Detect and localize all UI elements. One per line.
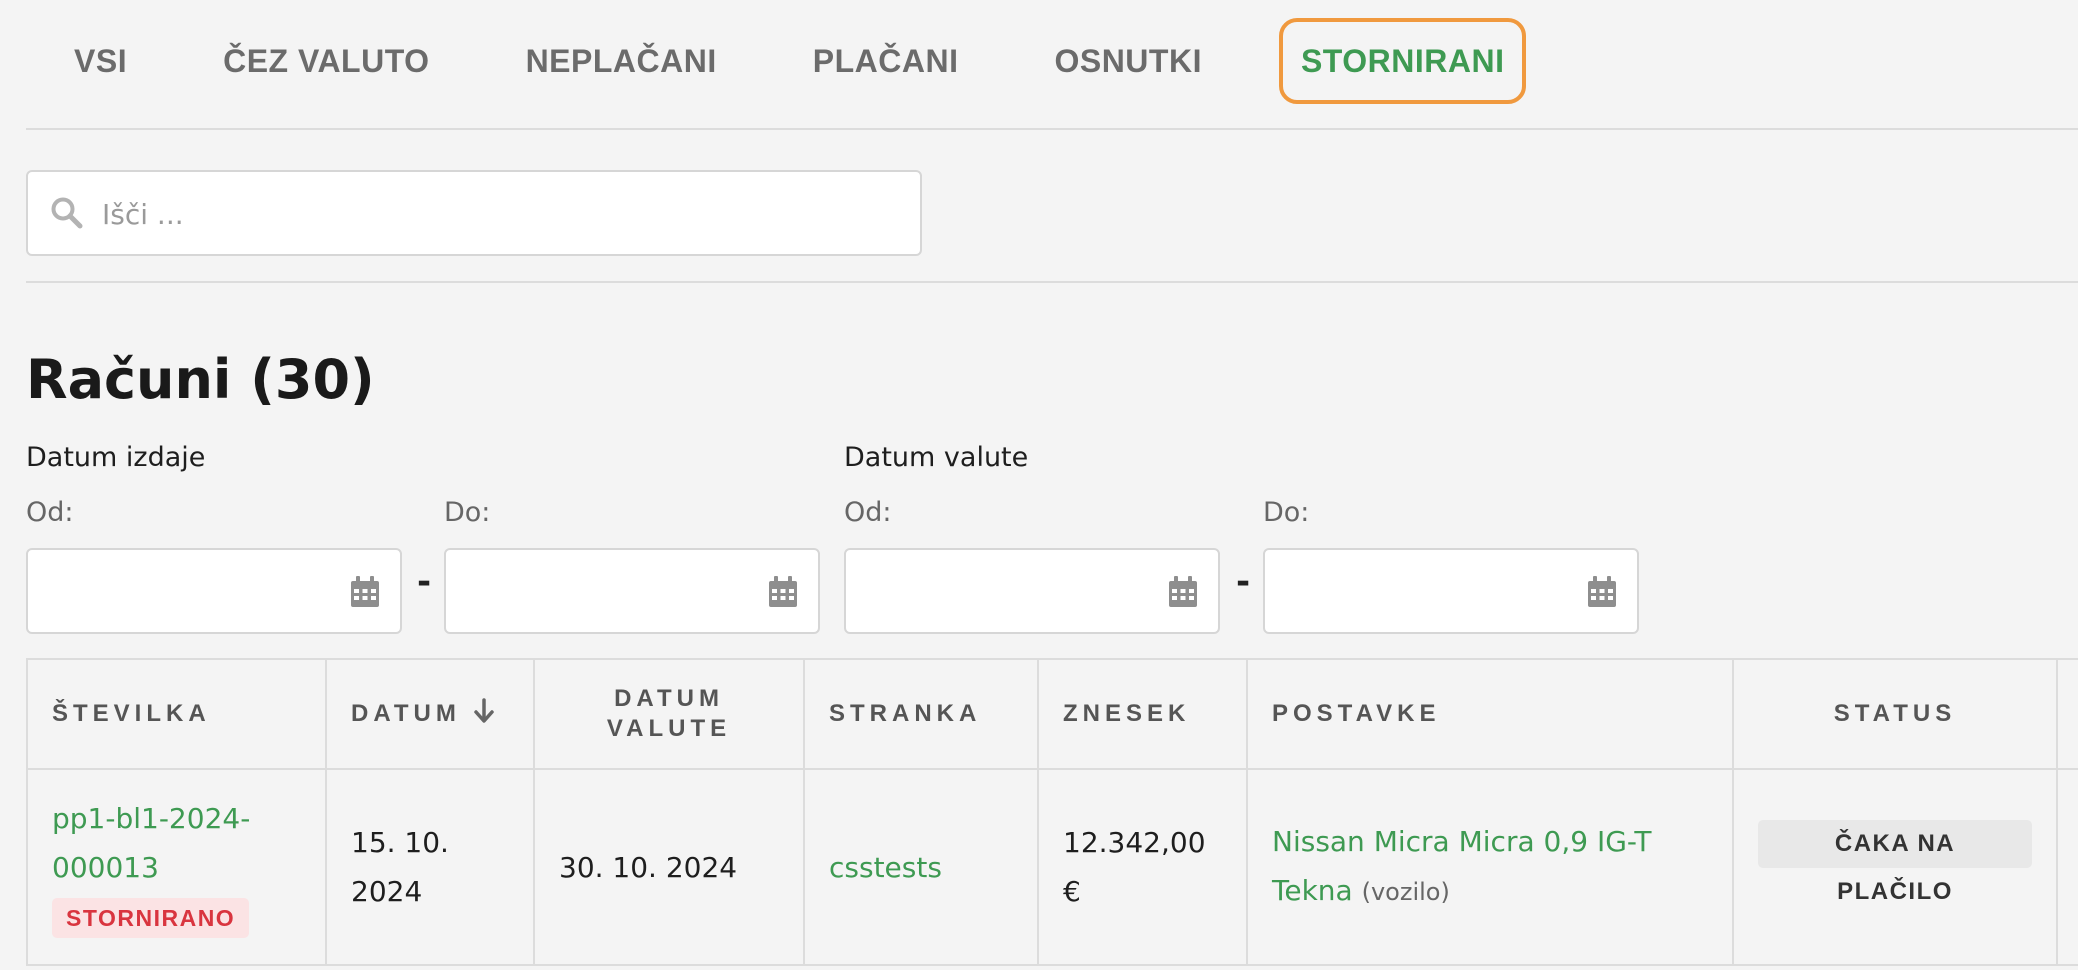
issue-date-to-field[interactable] [444,548,820,634]
invoice-number-link[interactable]: pp1-bl1-2024-000013 [52,794,282,892]
calendar-icon[interactable] [768,576,798,612]
due-date-label: Datum valute [844,442,1029,473]
header-items: POSTAVKE [1246,658,1734,770]
header-date[interactable]: DATUM [325,658,535,770]
issue-date-to-label: Do: [444,497,491,528]
cell-items: Nissan Micra Micra 0,9 IG-T Tekna (vozil… [1246,768,1734,966]
header-amount[interactable]: ZNESEK [1037,658,1248,770]
header-status[interactable]: STATUS [1732,658,2058,770]
search-input[interactable] [100,172,904,256]
tab-cancelled[interactable]: STORNIRANI [1278,18,1527,104]
cell-actions [2056,768,2078,966]
tab-overdue[interactable]: ČEZ VALUTO [175,18,477,104]
issue-date-label: Datum izdaje [26,442,206,473]
tab-paid[interactable]: PLAČANI [765,18,1007,104]
cell-due-date: 30. 10. 2024 [533,768,805,966]
invoices-table: ŠTEVILKA DATUM DATUM VALUTE STRANKA ZNES… [26,658,2078,966]
tab-unpaid[interactable]: NEPLAČANI [478,18,765,104]
item-type: (vozilo) [1361,878,1450,906]
client-link[interactable]: csstests [829,851,942,884]
sort-arrow-down-icon[interactable] [473,697,495,731]
cell-date: 15. 10. 2024 [325,768,535,966]
invoice-date: 15. 10. 2024 [351,826,449,908]
cell-number: pp1-bl1-2024-000013 STORNIRANO [26,768,327,966]
due-date-from-field[interactable] [844,548,1220,634]
search-icon [50,196,84,234]
search-divider [26,281,2078,283]
due-date-from-label: Od: [844,497,892,528]
issue-date-from-field[interactable] [26,548,402,634]
date-range-separator: - [1236,562,1251,602]
calendar-icon[interactable] [350,576,380,612]
tab-drafts[interactable]: OSNUTKI [1006,18,1250,104]
table-header-row: ŠTEVILKA DATUM DATUM VALUTE STRANKA ZNES… [26,658,2078,770]
calendar-icon[interactable] [1168,576,1198,612]
header-client[interactable]: STRANKA [803,658,1039,770]
item-link[interactable]: Nissan Micra Micra 0,9 IG-T Tekna [1272,825,1652,907]
cell-amount: 12.342,00 € [1037,768,1248,966]
page-title: Računi (30) [26,348,375,411]
calendar-icon[interactable] [1587,576,1617,612]
due-date-to-label: Do: [1263,497,1310,528]
header-number[interactable]: ŠTEVILKA [26,658,327,770]
table-row[interactable]: pp1-bl1-2024-000013 STORNIRANO 15. 10. 2… [26,768,2078,966]
status-badge: ČAKA NA PLAČILO [1758,820,2032,905]
date-range-separator: - [417,562,432,602]
header-actions [2056,658,2078,770]
tabs-divider [26,128,2078,130]
due-date-to-field[interactable] [1263,548,1639,634]
tab-all[interactable]: VSI [26,18,175,104]
issue-date-from-label: Od: [26,497,74,528]
cell-client: csstests [803,768,1039,966]
header-due-date[interactable]: DATUM VALUTE [533,658,805,770]
status-tabs: VSI ČEZ VALUTO NEPLAČANI PLAČANI OSNUTKI… [26,17,1527,105]
search-box [26,170,922,256]
cell-status: ČAKA NA PLAČILO [1732,768,2058,966]
cancelled-badge: STORNIRANO [52,897,250,938]
